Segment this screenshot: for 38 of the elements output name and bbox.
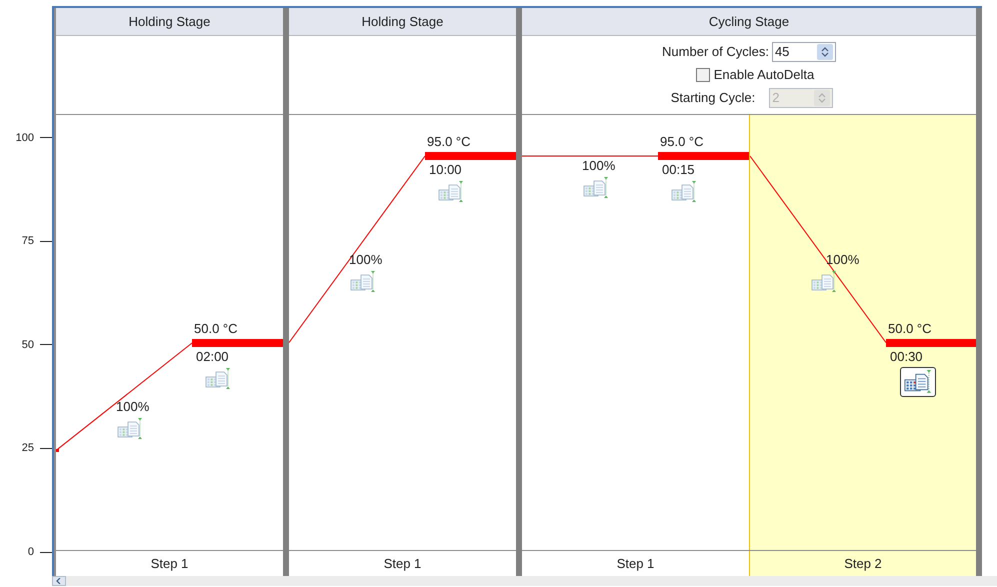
stage-header: Holding Stage bbox=[56, 8, 283, 36]
ramp-rate: 100% bbox=[826, 252, 860, 267]
hold-bar[interactable] bbox=[886, 338, 976, 347]
chevron-left-icon bbox=[56, 578, 62, 584]
checkbox[interactable] bbox=[696, 68, 710, 82]
ramp-rate: 100% bbox=[116, 398, 150, 414]
hold-time: 00:30 bbox=[890, 348, 923, 364]
axis-tick-label: 75 bbox=[22, 234, 34, 248]
ramp-rate: 100% bbox=[582, 158, 616, 174]
spinner-arrows[interactable] bbox=[816, 44, 833, 60]
hold-temperature: 50.0 °C bbox=[888, 320, 932, 336]
stage-header: Holding Stage bbox=[289, 8, 516, 36]
hold-bar[interactable] bbox=[658, 152, 749, 160]
hold-temperature: 95.0 °C bbox=[427, 134, 471, 150]
hold-time: 02:00 bbox=[196, 348, 229, 364]
ramp-rate: 100% bbox=[349, 252, 382, 267]
hold-temperature: 95.0 °C bbox=[660, 134, 704, 150]
hold-bar[interactable] bbox=[425, 152, 516, 160]
axis-tick-label: 50 bbox=[22, 338, 34, 352]
hold-time: 00:15 bbox=[662, 162, 695, 178]
step-label: Step 1 bbox=[616, 554, 656, 573]
scroll-left-button[interactable] bbox=[52, 576, 66, 586]
stage-header: Cycling Stage bbox=[522, 8, 976, 36]
cycles-field[interactable]: 45 bbox=[772, 42, 836, 62]
starting-cycle-label: Starting Cycle: bbox=[670, 88, 756, 107]
axis-tick-label: 0 bbox=[28, 545, 34, 559]
hold-temperature: 50.0 °C bbox=[194, 320, 238, 336]
axis-tick-label: 25 bbox=[22, 441, 34, 456]
selected-step-area[interactable]: 100% 50.0 °C 00:30 bbox=[749, 115, 976, 550]
plate-document-icon[interactable] bbox=[900, 366, 936, 397]
step-label: Step 1 bbox=[150, 554, 190, 573]
step-label: Step 2 bbox=[749, 551, 976, 576]
hold-bar[interactable] bbox=[192, 338, 283, 347]
axis-tick-label: 100 bbox=[16, 130, 34, 145]
hold-time: 10:00 bbox=[429, 162, 462, 178]
step-label: Step 1 bbox=[382, 554, 422, 573]
auto-delta-label: Enable AutoDelta bbox=[714, 66, 814, 84]
cycles-label: Number of Cycles: bbox=[662, 43, 769, 62]
